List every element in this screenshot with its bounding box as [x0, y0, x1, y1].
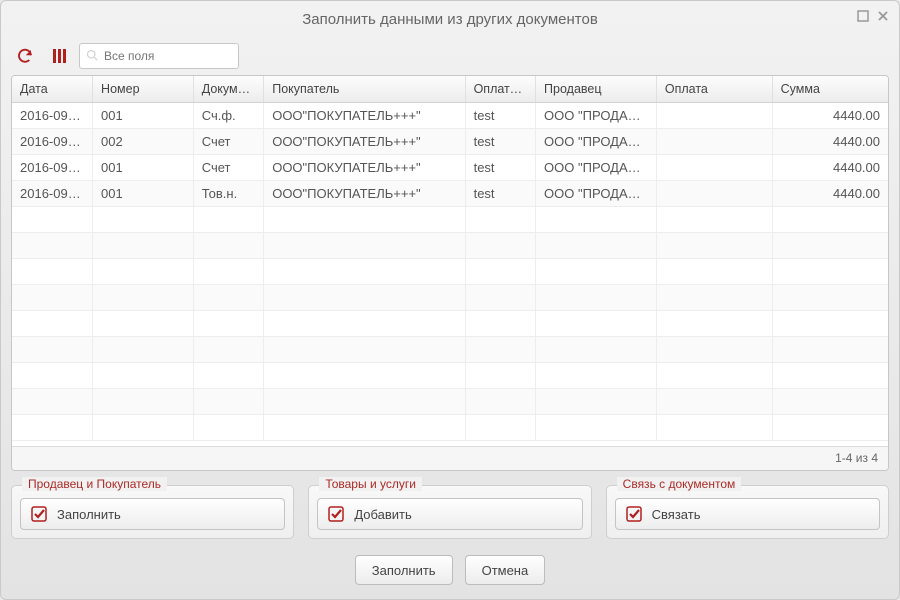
table-row[interactable]: 2016-09-04001Тов.н.ООО"ПОКУПАТЕЛЬ+++"tes… — [12, 181, 888, 207]
cell-sum: 4440.00 — [772, 155, 888, 181]
fieldset-link: Связь с документом Связать — [606, 485, 889, 539]
col-document[interactable]: Документ — [193, 76, 263, 103]
search-icon — [86, 49, 98, 64]
cell-number: 001 — [93, 103, 194, 129]
grid: Дата Номер Документ Покупатель Оплата ..… — [11, 75, 889, 471]
table-row-empty — [12, 389, 888, 415]
cell-payment1: test — [465, 155, 535, 181]
content-area: Дата Номер Документ Покупатель Оплата ..… — [1, 37, 899, 599]
col-seller[interactable]: Продавец — [536, 76, 657, 103]
cell-payment2 — [656, 129, 772, 155]
cancel-button[interactable]: Отмена — [465, 555, 546, 585]
grid-footer-text: 1-4 из 4 — [835, 451, 878, 465]
check-icon — [626, 506, 642, 522]
titlebar: Заполнить данными из других документов — [1, 1, 899, 37]
cell-payment1: test — [465, 129, 535, 155]
fieldset-row: Продавец и Покупатель Заполнить Товары и… — [11, 485, 889, 539]
col-buyer[interactable]: Покупатель — [264, 76, 465, 103]
cell-date: 2016-09-16 — [12, 103, 93, 129]
cell-sum: 4440.00 — [772, 129, 888, 155]
table-row-empty — [12, 285, 888, 311]
fieldset-legend: Связь с документом — [617, 477, 742, 491]
toolbar — [11, 37, 889, 75]
col-sum[interactable]: Сумма — [772, 76, 888, 103]
cell-sum: 4440.00 — [772, 103, 888, 129]
cell-payment2 — [656, 103, 772, 129]
cell-date: 2016-09-04 — [12, 155, 93, 181]
table-row[interactable]: 2016-09-16001Сч.ф.ООО"ПОКУПАТЕЛЬ+++"test… — [12, 103, 888, 129]
table-row-empty — [12, 207, 888, 233]
button-label: Связать — [652, 507, 701, 522]
cell-seller: ООО "ПРОДАВЕЦ ... — [536, 155, 657, 181]
grid-header: Дата Номер Документ Покупатель Оплата ..… — [12, 76, 888, 103]
table-row-empty — [12, 337, 888, 363]
cell-document: Тов.н. — [193, 181, 263, 207]
button-label: Добавить — [354, 507, 411, 522]
cell-number: 001 — [93, 155, 194, 181]
grid-body[interactable]: 2016-09-16001Сч.ф.ООО"ПОКУПАТЕЛЬ+++"test… — [12, 103, 888, 446]
link-document-button[interactable]: Связать — [615, 498, 880, 530]
cell-buyer: ООО"ПОКУПАТЕЛЬ+++" — [264, 155, 465, 181]
cell-document: Счет — [193, 129, 263, 155]
cell-seller: ООО "ПРОДАВЕЦ ... — [536, 129, 657, 155]
columns-button[interactable] — [45, 42, 73, 70]
button-label: Заполнить — [57, 507, 121, 522]
fieldset-legend: Товары и услуги — [319, 477, 422, 491]
fill-seller-buyer-button[interactable]: Заполнить — [20, 498, 285, 530]
cell-date: 2016-09-04 — [12, 181, 93, 207]
close-icon[interactable] — [877, 9, 889, 25]
grid-footer: 1-4 из 4 — [12, 446, 888, 470]
fieldset-seller-buyer: Продавец и Покупатель Заполнить — [11, 485, 294, 539]
table-row-empty — [12, 415, 888, 441]
dialog-buttons: Заполнить Отмена — [11, 555, 889, 585]
cell-document: Счет — [193, 155, 263, 181]
add-goods-button[interactable]: Добавить — [317, 498, 582, 530]
cell-payment1: test — [465, 103, 535, 129]
refresh-button[interactable] — [11, 42, 39, 70]
col-payment1[interactable]: Оплата ... — [465, 76, 535, 103]
maximize-icon[interactable] — [857, 9, 869, 25]
cell-sum: 4440.00 — [772, 181, 888, 207]
col-date[interactable]: Дата — [12, 76, 93, 103]
table-row-empty — [12, 311, 888, 337]
cell-payment2 — [656, 155, 772, 181]
col-number[interactable]: Номер — [93, 76, 194, 103]
table-row[interactable]: 2016-09-04001СчетООО"ПОКУПАТЕЛЬ+++"testО… — [12, 155, 888, 181]
col-payment2[interactable]: Оплата — [656, 76, 772, 103]
fieldset-goods: Товары и услуги Добавить — [308, 485, 591, 539]
cell-document: Сч.ф. — [193, 103, 263, 129]
cell-buyer: ООО"ПОКУПАТЕЛЬ+++" — [264, 103, 465, 129]
fill-button[interactable]: Заполнить — [355, 555, 453, 585]
cell-number: 001 — [93, 181, 194, 207]
dialog-window: Заполнить данными из других документов — [0, 0, 900, 600]
table-row-empty — [12, 363, 888, 389]
cell-payment1: test — [465, 181, 535, 207]
cell-seller: ООО "ПРОДАВЕЦ ... — [536, 181, 657, 207]
cell-payment2 — [656, 181, 772, 207]
search-input[interactable] — [102, 48, 222, 64]
table-row[interactable]: 2016-09-07002СчетООО"ПОКУПАТЕЛЬ+++"testО… — [12, 129, 888, 155]
cell-buyer: ООО"ПОКУПАТЕЛЬ+++" — [264, 129, 465, 155]
check-icon — [31, 506, 47, 522]
fieldset-legend: Продавец и Покупатель — [22, 477, 167, 491]
window-controls — [857, 9, 889, 25]
table-row-empty — [12, 233, 888, 259]
table-row-empty — [12, 259, 888, 285]
check-icon — [328, 506, 344, 522]
cell-number: 002 — [93, 129, 194, 155]
search-box[interactable] — [79, 43, 239, 69]
cell-seller: ООО "ПРОДАВЕЦ ... — [536, 103, 657, 129]
cell-date: 2016-09-07 — [12, 129, 93, 155]
window-title: Заполнить данными из других документов — [302, 11, 598, 28]
cell-buyer: ООО"ПОКУПАТЕЛЬ+++" — [264, 181, 465, 207]
